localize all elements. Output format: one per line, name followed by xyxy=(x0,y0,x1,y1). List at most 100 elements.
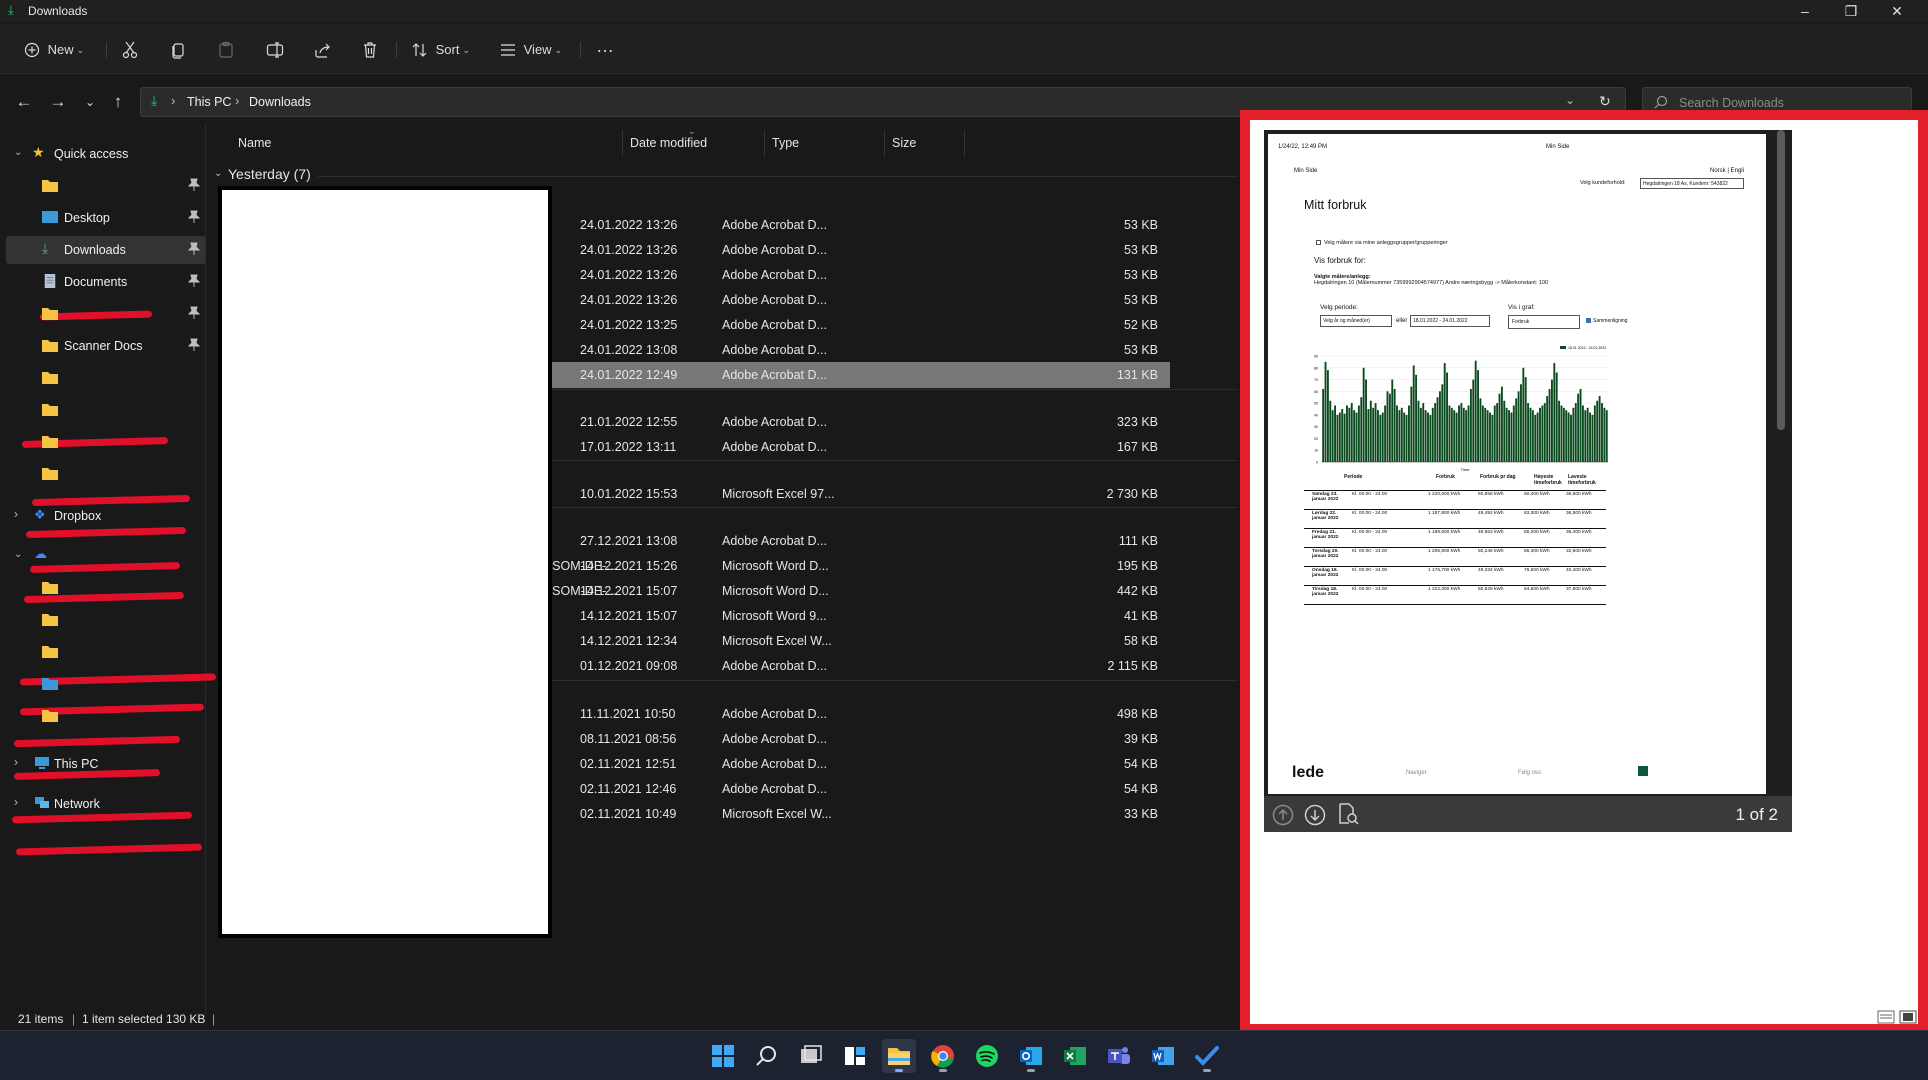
new-button[interactable]: New ⌄ xyxy=(24,36,84,62)
table-row[interactable]: 24.01.2022 13:25 Adobe Acrobat D... 52 KB xyxy=(548,312,1170,338)
paste-button[interactable] xyxy=(218,36,234,62)
table-row[interactable]: 24.01.2022 13:26 Adobe Acrobat D... 53 KB xyxy=(548,237,1170,263)
sidebar-item-redacted-6[interactable] xyxy=(6,460,206,488)
sidebar-item-downloads[interactable]: ⤓ Downloads xyxy=(6,236,206,264)
sidebar-item-redacted-7[interactable] xyxy=(6,574,206,602)
spotify-button[interactable] xyxy=(970,1039,1004,1073)
breadcrumb-downloads[interactable]: Downloads xyxy=(249,95,311,109)
sidebar-item-redacted-8[interactable] xyxy=(6,606,206,634)
sidebar-item-redacted-1[interactable] xyxy=(6,172,206,200)
details-view-icon[interactable] xyxy=(1877,1010,1895,1024)
todo-button[interactable] xyxy=(1190,1039,1224,1073)
file-list: Name Date modified ⌄ Type Size ⌄ Yesterd… xyxy=(208,124,1238,1014)
sidebar-item-documents[interactable]: Documents xyxy=(6,268,206,296)
column-header-type[interactable]: Type xyxy=(772,136,799,150)
column-header-size[interactable]: Size xyxy=(892,136,916,150)
share-button[interactable] xyxy=(314,36,332,62)
up-button[interactable]: ↑ xyxy=(108,92,128,112)
table-row[interactable]: 24.01.2022 13:26 Adobe Acrobat D... 53 KB xyxy=(548,287,1170,313)
table-row[interactable]: 02.11.2021 10:49 Microsoft Excel W... 33 K… xyxy=(548,801,1170,827)
sidebar-item-redacted-3[interactable] xyxy=(6,364,206,392)
table-row[interactable]: 08.11.2021 08:56 Adobe Acrobat D... 39 KB xyxy=(548,726,1170,752)
refresh-icon[interactable]: ↻ xyxy=(1599,93,1611,110)
group-header[interactable]: Yesterday (7) xyxy=(228,166,311,182)
sidebar-item-this-pc[interactable]: › This PC xyxy=(6,750,206,778)
pin-icon[interactable] xyxy=(188,306,200,320)
column-header-date[interactable]: Date modified xyxy=(630,136,707,150)
window-title: Downloads xyxy=(28,4,88,18)
table-row[interactable]: 17.01.2022 13:11 Adobe Acrobat D... 167 KB xyxy=(548,434,1170,460)
column-header-name[interactable]: Name xyxy=(238,136,271,150)
breadcrumb-this-pc[interactable]: This PC xyxy=(187,95,231,109)
chevron-right-icon[interactable]: › xyxy=(14,795,18,809)
chevron-right-icon[interactable]: › xyxy=(14,755,18,769)
sidebar-item-redacted-4[interactable] xyxy=(6,396,206,424)
screen: ⤓ Downloads – ❐ ✕ New ⌄ Sort ⌄ View ⌄ … … xyxy=(0,0,1928,1080)
table-row[interactable]: 14.12.2021 15:07 Microsoft Word 9... 41 KB xyxy=(548,603,1170,629)
start-button[interactable] xyxy=(706,1039,740,1073)
table-row[interactable]: 14.12.2021 12:34 Microsoft Excel W... 58 K… xyxy=(548,628,1170,654)
sidebar-item-desktop[interactable]: Desktop xyxy=(6,204,206,232)
table-row[interactable]: 27.12.2021 13:08 Adobe Acrobat D... 111 KB xyxy=(548,528,1170,554)
table-row[interactable]: 24.01.2022 13:26 Adobe Acrobat D... 53 KB xyxy=(548,212,1170,238)
table-row[interactable]: -SOM-DE-... 14.12.2021 15:07 Microsoft Wor… xyxy=(548,578,1170,604)
cut-button[interactable] xyxy=(122,36,138,62)
file-explorer-button[interactable] xyxy=(882,1039,916,1073)
forward-button[interactable]: → xyxy=(48,92,68,112)
table-row[interactable]: 11.11.2021 10:50 Adobe Acrobat D... 498 KB xyxy=(548,701,1170,727)
minimize-button[interactable]: – xyxy=(1782,0,1828,22)
chrome-button[interactable] xyxy=(926,1039,960,1073)
table-row[interactable]: 02.11.2021 12:51 Adobe Acrobat D... 54 KB xyxy=(548,751,1170,777)
excel-button[interactable] xyxy=(1058,1039,1092,1073)
table-row[interactable]: 24.01.2022 13:26 Adobe Acrobat D... 53 KB xyxy=(548,262,1170,288)
chevron-down-icon[interactable]: ⌄ xyxy=(214,168,222,179)
paste-icon xyxy=(219,41,233,58)
word-button[interactable] xyxy=(1146,1039,1180,1073)
chevron-right-icon[interactable]: › xyxy=(14,507,18,521)
sidebar-item-network[interactable]: › Network xyxy=(6,790,206,818)
table-row[interactable]: 24.01.2022 13:08 Adobe Acrobat D... 53 KB xyxy=(548,337,1170,363)
sidebar-item-onedrive-redacted[interactable]: ⌄ ☁ xyxy=(6,542,206,570)
table-row[interactable]: 01.12.2021 09:08 Adobe Acrobat D... 2 115 … xyxy=(548,653,1170,679)
sidebar-item-quick-access[interactable]: ⌄ ★ Quick access xyxy=(6,140,206,168)
column-divider xyxy=(764,130,765,156)
chevron-down-icon[interactable]: ⌄ xyxy=(14,147,22,158)
close-button[interactable]: ✕ xyxy=(1874,0,1920,22)
view-button[interactable]: View ⌄ xyxy=(500,36,562,62)
table-row[interactable]: 21.01.2022 12:55 Adobe Acrobat D... 323 KB xyxy=(548,409,1170,435)
chevron-down-icon[interactable]: ⌄ xyxy=(1565,93,1575,107)
recent-locations-button[interactable]: ⌄ xyxy=(80,92,100,112)
sidebar-item-redacted-2[interactable] xyxy=(6,300,206,328)
copy-button[interactable] xyxy=(170,36,186,62)
pin-icon[interactable] xyxy=(188,338,200,352)
pin-icon[interactable] xyxy=(188,274,200,288)
restore-button[interactable]: ❐ xyxy=(1828,0,1874,22)
toolbar-divider xyxy=(580,42,581,58)
sidebar-item-redacted-10[interactable] xyxy=(6,670,206,698)
task-view-button[interactable] xyxy=(794,1039,828,1073)
sidebar-item-scanner-docs[interactable]: Scanner Docs xyxy=(6,332,206,360)
large-icons-view-icon[interactable] xyxy=(1899,1010,1917,1024)
sidebar-item-dropbox[interactable]: › ❖ Dropbox xyxy=(6,502,206,530)
sidebar-item-redacted-11[interactable] xyxy=(6,702,206,730)
rename-button[interactable] xyxy=(266,36,284,62)
outlook-button[interactable] xyxy=(1014,1039,1048,1073)
table-row[interactable]: -SOM-DE-... 14.12.2021 15:26 Microsoft Wor… xyxy=(548,553,1170,579)
back-button[interactable]: ← xyxy=(14,92,34,112)
pin-icon[interactable] xyxy=(188,178,200,192)
see-more-button[interactable]: … xyxy=(596,36,615,62)
sort-button[interactable]: Sort ⌄ xyxy=(412,36,470,62)
table-row[interactable]: 10.01.2022 15:53 Microsoft Excel 97... 2 7… xyxy=(548,481,1170,507)
sidebar-item-redacted-5[interactable] xyxy=(6,428,206,456)
cell-size: 58 KB xyxy=(1123,634,1158,648)
widgets-button[interactable] xyxy=(838,1039,872,1073)
teams-button[interactable] xyxy=(1102,1039,1136,1073)
chevron-down-icon[interactable]: ⌄ xyxy=(14,549,22,560)
pin-icon[interactable] xyxy=(188,210,200,224)
sidebar-item-redacted-9[interactable] xyxy=(6,638,206,666)
table-row[interactable]: 02.11.2021 12:46 Adobe Acrobat D... 54 KB xyxy=(548,776,1170,802)
pin-icon[interactable] xyxy=(188,242,200,256)
delete-button[interactable] xyxy=(362,36,378,62)
table-row[interactable]: 24.01.2022 12:49 Adobe Acrobat D... 131 KB xyxy=(548,362,1170,388)
taskbar-search-button[interactable] xyxy=(750,1039,784,1073)
